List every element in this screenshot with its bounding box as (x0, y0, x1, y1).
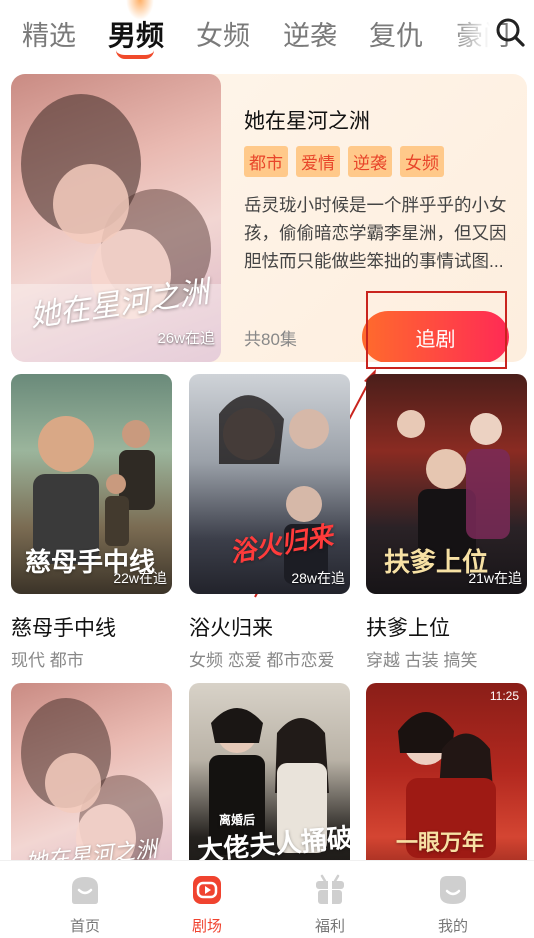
episode-count: 共80集 (244, 330, 297, 349)
bottom-nav-bar: 首页 剧场 福利 我的 (0, 860, 534, 938)
tag[interactable]: 爱情 (296, 146, 340, 177)
home-icon (72, 877, 98, 904)
tag[interactable]: 逆袭 (348, 146, 392, 177)
nav-label: 剧场 (191, 918, 222, 935)
poster-title-text: 一眼万年 (396, 830, 485, 856)
nav-profile[interactable]: 我的 (413, 873, 493, 936)
featured-tags: 都市 爱情 逆袭 女频 (244, 146, 444, 177)
tag[interactable]: 都市 (244, 146, 288, 177)
view-count: 21w在追 (468, 570, 522, 586)
drama-poster[interactable]: 浴火归来 28w在追 (189, 374, 350, 594)
search-icon[interactable] (494, 16, 526, 48)
tab-female[interactable]: 女频 (196, 14, 250, 53)
theater-icon (193, 876, 221, 904)
gift-icon (316, 874, 344, 904)
view-count: 22w在追 (113, 570, 167, 586)
drama-title[interactable]: 扶爹上位 (366, 612, 450, 642)
view-count: 28w在追 (291, 570, 345, 586)
nav-label: 福利 (314, 918, 345, 935)
drama-genres: 女频 恋爱 都市恋爱 (189, 651, 335, 670)
nav-label: 首页 (69, 918, 100, 935)
tab-featured[interactable]: 精选 (22, 14, 76, 53)
status-time: 11:25 (489, 689, 519, 703)
drama-poster[interactable]: 慈母手中线 22w在追 (11, 374, 172, 594)
top-tab-bar: 精选 男频 女频 逆袭 复仇 豪门 (0, 0, 534, 66)
nav-label: 我的 (437, 918, 468, 935)
tab-fade-overlay (450, 0, 500, 60)
featured-poster[interactable]: 她在星河之洲 26w在追 (11, 74, 221, 362)
featured-title[interactable]: 她在星河之洲 (244, 105, 370, 135)
drama-genres: 穿越 古装 搞笑 (366, 651, 478, 670)
drama-genres: 现代 都市 (11, 651, 84, 670)
active-tab-indicator (116, 50, 154, 59)
tab-revenge[interactable]: 复仇 (369, 14, 423, 53)
tag[interactable]: 女频 (400, 146, 444, 177)
profile-icon (440, 876, 466, 904)
tab-male[interactable]: 男频 (108, 14, 164, 54)
nav-rewards[interactable]: 福利 (290, 873, 370, 936)
nav-theater[interactable]: 剧场 (167, 873, 247, 936)
highlight-box (366, 291, 507, 369)
featured-view-count: 26w在追 (157, 330, 215, 347)
tab-comeback[interactable]: 逆袭 (283, 14, 337, 53)
drama-title[interactable]: 慈母手中线 (11, 612, 116, 642)
drama-title[interactable]: 浴火归来 (189, 612, 273, 642)
drama-poster[interactable]: 扶爹上位 21w在追 (366, 374, 527, 594)
nav-home[interactable]: 首页 (45, 873, 125, 936)
featured-description: 岳灵珑小时候是一个胖乎乎的小女孩，偷偷暗恋学霸李星洲，但又因胆怯而只能做些笨拙的… (244, 195, 507, 271)
